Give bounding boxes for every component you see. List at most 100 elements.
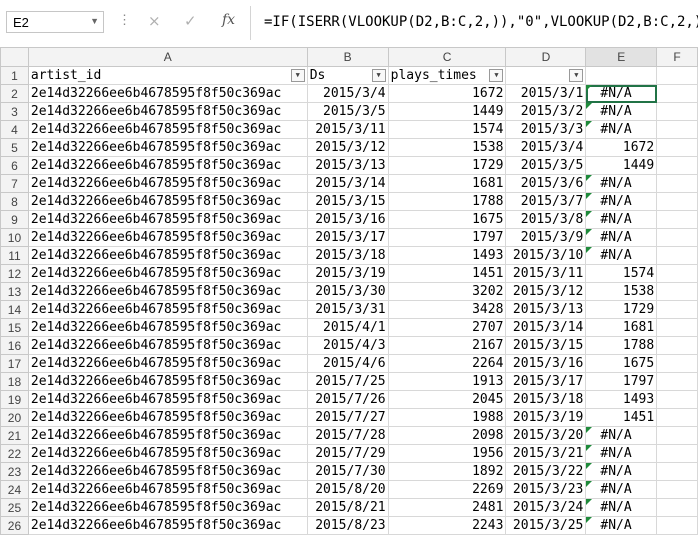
error-indicator-icon[interactable] (586, 211, 593, 217)
cell-plays-times[interactable]: 3202 (387, 282, 507, 301)
cell-lookup-result[interactable]: 1493 (585, 390, 658, 409)
cell-ds[interactable]: 2015/3/19 (306, 264, 389, 283)
filter-dropdown-icon[interactable]: ▼ (489, 69, 504, 82)
cell-plays-times[interactable]: 2481 (387, 498, 507, 517)
cell-lookup-result[interactable]: #N/A (585, 210, 658, 229)
column-header-b[interactable]: B (306, 47, 389, 67)
cell[interactable] (656, 138, 698, 157)
cell[interactable] (656, 318, 698, 337)
cell-date[interactable]: 2015/3/22 (505, 462, 587, 481)
cell[interactable] (656, 498, 698, 517)
cell-plays-times[interactable]: 1493 (387, 246, 507, 265)
error-indicator-icon[interactable] (586, 427, 593, 433)
cell-artist-id[interactable]: 2e14d32266ee6b4678595f8f50c369ac (27, 246, 308, 265)
row-header[interactable]: 24 (0, 480, 29, 499)
cell-plays-times[interactable]: 2045 (387, 390, 507, 409)
cell-lookup-result[interactable]: 1672 (585, 138, 658, 157)
cell-date[interactable]: 2015/3/20 (505, 426, 587, 445)
cell-ds[interactable]: 2015/3/12 (306, 138, 389, 157)
row-header[interactable]: 8 (0, 192, 29, 211)
row-header[interactable]: 4 (0, 120, 29, 139)
column-header-f[interactable]: F (656, 47, 698, 67)
cell[interactable] (656, 444, 698, 463)
cell-artist-id[interactable]: 2e14d32266ee6b4678595f8f50c369ac (27, 84, 308, 103)
row-header[interactable]: 11 (0, 246, 29, 265)
cell-lookup-result[interactable]: #N/A (585, 174, 658, 193)
header-cell-b[interactable]: Ds ▼ (306, 66, 389, 85)
cell[interactable] (656, 102, 698, 121)
cell-date[interactable]: 2015/3/10 (505, 246, 587, 265)
cell-date[interactable]: 2015/3/12 (505, 282, 587, 301)
cell[interactable] (656, 228, 698, 247)
cell[interactable] (656, 84, 698, 103)
filter-dropdown-icon[interactable]: ▼ (290, 69, 305, 82)
cell[interactable] (656, 300, 698, 319)
cell-artist-id[interactable]: 2e14d32266ee6b4678595f8f50c369ac (27, 210, 308, 229)
cell-date[interactable]: 2015/3/14 (505, 318, 587, 337)
cell-date[interactable]: 2015/3/21 (505, 444, 587, 463)
cell-ds[interactable]: 2015/3/11 (306, 120, 389, 139)
cell[interactable] (656, 264, 698, 283)
row-header[interactable]: 2 (0, 84, 29, 103)
row-header[interactable]: 26 (0, 516, 29, 535)
cell-ds[interactable]: 2015/7/27 (306, 408, 389, 427)
cell-artist-id[interactable]: 2e14d32266ee6b4678595f8f50c369ac (27, 120, 308, 139)
cell-lookup-result[interactable]: #N/A (585, 516, 658, 535)
cell-date[interactable]: 2015/3/24 (505, 498, 587, 517)
header-cell-a[interactable]: artist_id ▼ (27, 66, 308, 85)
filter-dropdown-icon[interactable]: ▼ (371, 69, 386, 82)
error-indicator-icon[interactable] (586, 481, 593, 487)
cell-artist-id[interactable]: 2e14d32266ee6b4678595f8f50c369ac (27, 174, 308, 193)
cell[interactable] (656, 246, 698, 265)
cell-lookup-result[interactable]: 1729 (585, 300, 658, 319)
cell-date[interactable]: 2015/3/6 (505, 174, 587, 193)
cancel-icon[interactable]: × (148, 12, 161, 30)
cell-date[interactable]: 2015/3/7 (505, 192, 587, 211)
cell-artist-id[interactable]: 2e14d32266ee6b4678595f8f50c369ac (27, 516, 308, 535)
cell-plays-times[interactable]: 2264 (387, 354, 507, 373)
cell-plays-times[interactable]: 1681 (387, 174, 507, 193)
cell-plays-times[interactable]: 1988 (387, 408, 507, 427)
cell-lookup-result[interactable]: #N/A (585, 120, 658, 139)
cell-lookup-result[interactable]: #N/A (585, 102, 658, 121)
row-header[interactable]: 10 (0, 228, 29, 247)
cell-lookup-result[interactable]: #N/A (585, 228, 658, 247)
cell-lookup-result[interactable]: 1797 (585, 372, 658, 391)
cell-lookup-result[interactable]: #N/A (585, 246, 658, 265)
row-header[interactable]: 20 (0, 408, 29, 427)
cell-plays-times[interactable]: 1574 (387, 120, 507, 139)
row-header[interactable]: 5 (0, 138, 29, 157)
cell[interactable] (656, 174, 698, 193)
cell[interactable] (656, 120, 698, 139)
cell-plays-times[interactable]: 1729 (387, 156, 507, 175)
cell-plays-times[interactable]: 2707 (387, 318, 507, 337)
cell-plays-times[interactable]: 1538 (387, 138, 507, 157)
header-cell-d[interactable]: ▼ (505, 66, 587, 85)
cell-artist-id[interactable]: 2e14d32266ee6b4678595f8f50c369ac (27, 426, 308, 445)
cell-date[interactable]: 2015/3/11 (505, 264, 587, 283)
cell-artist-id[interactable]: 2e14d32266ee6b4678595f8f50c369ac (27, 138, 308, 157)
cell-plays-times[interactable]: 1675 (387, 210, 507, 229)
cell-artist-id[interactable]: 2e14d32266ee6b4678595f8f50c369ac (27, 372, 308, 391)
more-options-icon[interactable]: ⋮ (118, 12, 131, 28)
cell-artist-id[interactable]: 2e14d32266ee6b4678595f8f50c369ac (27, 318, 308, 337)
cell-date[interactable]: 2015/3/5 (505, 156, 587, 175)
cell-ds[interactable]: 2015/7/26 (306, 390, 389, 409)
cell-ds[interactable]: 2015/4/1 (306, 318, 389, 337)
cell-ds[interactable]: 2015/4/3 (306, 336, 389, 355)
cell[interactable] (656, 156, 698, 175)
column-header-e[interactable]: E (585, 47, 658, 67)
cell-ds[interactable]: 2015/3/14 (306, 174, 389, 193)
cell-plays-times[interactable]: 1449 (387, 102, 507, 121)
cell-plays-times[interactable]: 2098 (387, 426, 507, 445)
cell-ds[interactable]: 2015/8/23 (306, 516, 389, 535)
cell-lookup-result[interactable]: #N/A (585, 426, 658, 445)
error-indicator-icon[interactable] (586, 247, 593, 253)
row-header[interactable]: 16 (0, 336, 29, 355)
column-header-d[interactable]: D (505, 47, 587, 67)
cell[interactable] (656, 210, 698, 229)
cell[interactable] (656, 462, 698, 481)
insert-function-icon[interactable]: fx (222, 12, 235, 28)
header-cell-e[interactable] (585, 66, 658, 85)
cell-lookup-result[interactable]: 1574 (585, 264, 658, 283)
